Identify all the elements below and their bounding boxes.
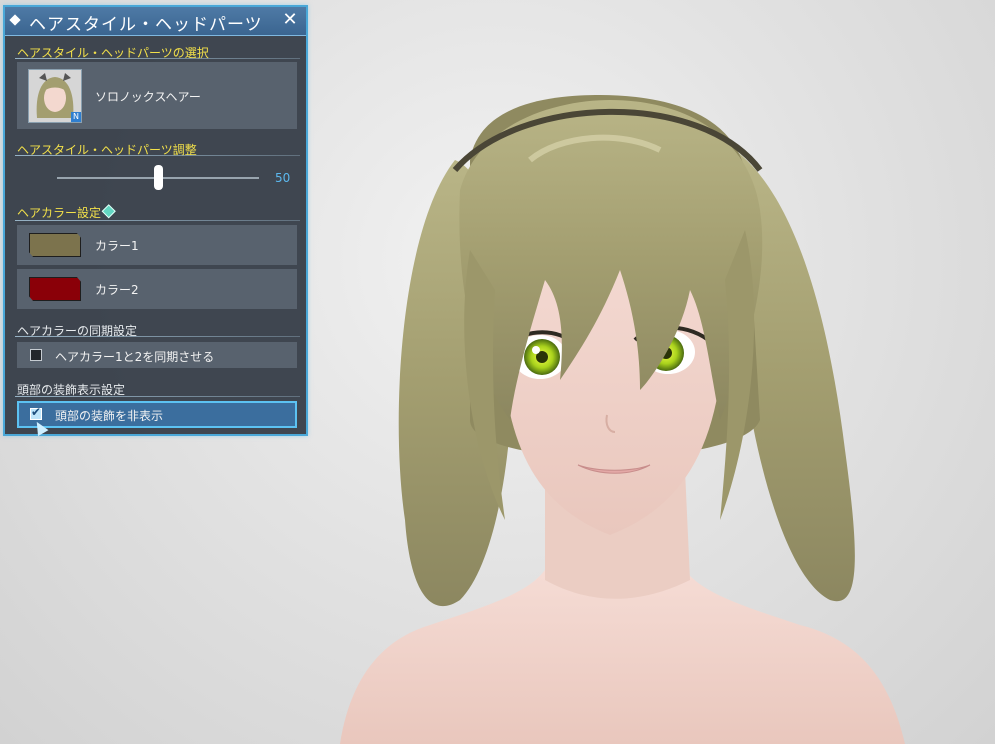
- divider: [15, 396, 300, 397]
- divider: [15, 220, 300, 221]
- close-button[interactable]: ✕: [280, 10, 300, 30]
- new-badge: N: [71, 112, 81, 122]
- checkmark-icon: ✔: [31, 405, 42, 419]
- sync-colors-checkbox[interactable]: [30, 349, 42, 361]
- divider: [15, 336, 300, 337]
- gem-icon: [101, 204, 116, 219]
- divider: [15, 155, 300, 156]
- hair-color-heading-text: ヘアカラー設定: [17, 206, 102, 220]
- color-1-row[interactable]: カラー1: [17, 225, 297, 265]
- sync-colors-row[interactable]: ヘアカラー1と2を同期させる: [17, 342, 297, 368]
- color-1-swatch: [29, 233, 81, 257]
- hair-color-heading: ヘアカラー設定: [17, 204, 116, 221]
- hairstyle-name: ソロノックスヘアー: [95, 90, 201, 104]
- adjust-slider-value: 50: [275, 171, 291, 185]
- adjust-slider-handle[interactable]: [153, 165, 163, 190]
- color-2-swatch: [29, 277, 81, 301]
- color-2-label: カラー2: [95, 283, 139, 297]
- color-1-label: カラー1: [95, 239, 139, 253]
- hairstyle-thumbnail: N: [28, 69, 82, 123]
- hide-head-deco-label: 頭部の装飾を非表示: [55, 409, 164, 423]
- hide-head-deco-checkbox[interactable]: ✔: [30, 405, 42, 420]
- panel-title: ヘアスタイル・ヘッドパーツ: [29, 15, 263, 35]
- hairstyle-panel: ヘアスタイル・ヘッドパーツ ✕ ヘアスタイル・ヘッドパーツの選択 N ソロノック…: [3, 5, 308, 437]
- hairstyle-select-row[interactable]: N ソロノックスヘアー: [17, 62, 297, 129]
- sync-colors-label: ヘアカラー1と2を同期させる: [55, 350, 215, 364]
- diamond-icon: [9, 14, 21, 26]
- color-2-row[interactable]: カラー2: [17, 269, 297, 309]
- panel-titlebar[interactable]: ヘアスタイル・ヘッドパーツ ✕: [5, 7, 306, 36]
- divider: [15, 58, 300, 59]
- hide-head-deco-row[interactable]: ✔ 頭部の装飾を非表示: [17, 401, 297, 428]
